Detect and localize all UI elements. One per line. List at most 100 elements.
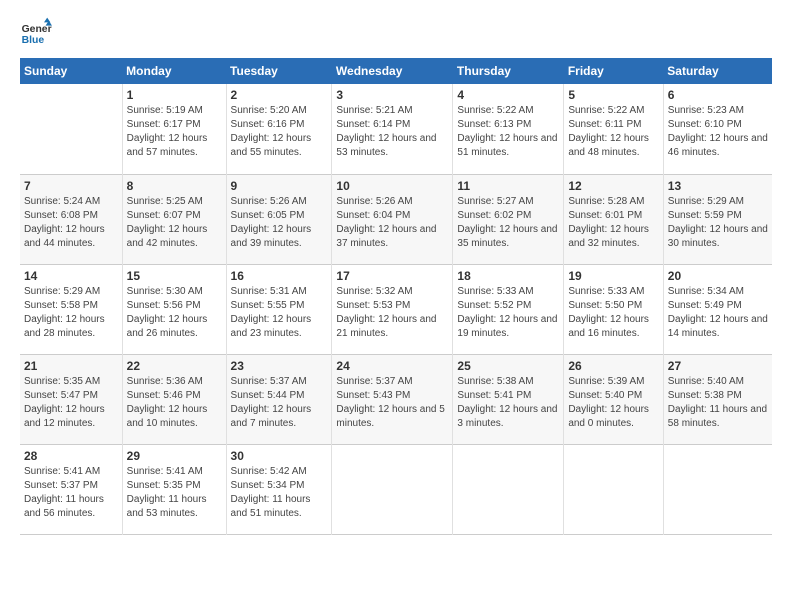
day-number: 19: [568, 269, 658, 283]
calendar-cell: 12Sunrise: 5:28 AM Sunset: 6:01 PM Dayli…: [564, 174, 663, 264]
calendar-cell: 8Sunrise: 5:25 AM Sunset: 6:07 PM Daylig…: [122, 174, 226, 264]
cell-info: Sunrise: 5:41 AM Sunset: 5:35 PM Dayligh…: [127, 465, 222, 521]
calendar-cell: [564, 444, 663, 534]
cell-info: Sunrise: 5:26 AM Sunset: 6:04 PM Dayligh…: [336, 195, 448, 251]
calendar-cell: 11 Sunrise: 5:27 AM Sunset: 6:02 PM Dayli…: [453, 174, 564, 264]
day-number: 16: [231, 269, 328, 283]
day-number: 27: [668, 359, 768, 373]
day-number: 6: [668, 88, 768, 102]
cell-info: Sunrise: 5:31 AM Sunset: 5:55 PM Dayligh…: [231, 285, 328, 341]
cell-info: Sunrise: 5:38 AM Sunset: 5:41 PM Dayligh…: [457, 375, 559, 431]
cell-info: Sunrise: 5:20 AM Sunset: 6:16 PM Dayligh…: [231, 104, 328, 160]
cell-info: Sunrise: 5:33 AM Sunset: 5:50 PM Dayligh…: [568, 285, 658, 341]
day-number: 5: [568, 88, 658, 102]
cell-info: Sunrise: 5:25 AM Sunset: 6:07 PM Dayligh…: [127, 195, 222, 251]
day-number: 17: [336, 269, 448, 283]
day-header-saturday: Saturday: [663, 58, 772, 84]
calendar-cell: 17 Sunrise: 5:32 AM Sunset: 5:53 PM Dayli…: [332, 264, 453, 354]
cell-info: Sunrise: 5:24 AM Sunset: 6:08 PM Dayligh…: [24, 195, 118, 251]
day-number: 15: [127, 269, 222, 283]
svg-text:Blue: Blue: [22, 35, 45, 46]
calendar-cell: 19 Sunrise: 5:33 AM Sunset: 5:50 PM Dayli…: [564, 264, 663, 354]
svg-text:General: General: [22, 24, 52, 35]
week-row-2: 7 Sunrise: 5:24 AM Sunset: 6:08 PM Daylig…: [20, 174, 772, 264]
cell-info: Sunrise: 5:21 AM Sunset: 6:14 PM Dayligh…: [336, 104, 448, 160]
calendar-cell: [663, 444, 772, 534]
cell-info: Sunrise: 5:36 AM Sunset: 5:46 PM Dayligh…: [127, 375, 222, 431]
day-number: 29: [127, 449, 222, 463]
day-number: 18: [457, 269, 559, 283]
day-number: 21: [24, 359, 118, 373]
day-number: 3: [336, 88, 448, 102]
cell-info: Sunrise: 5:40 AM Sunset: 5:38 PM Dayligh…: [668, 375, 768, 431]
calendar-cell: 30Sunrise: 5:42 AM Sunset: 5:34 PM Dayli…: [226, 444, 332, 534]
week-row-3: 14 Sunrise: 5:29 AM Sunset: 5:58 PM Dayli…: [20, 264, 772, 354]
cell-info: Sunrise: 5:22 AM Sunset: 6:11 PM Dayligh…: [568, 104, 658, 160]
calendar-cell: 3 Sunrise: 5:21 AM Sunset: 6:14 PM Daylig…: [332, 84, 453, 174]
day-header-monday: Monday: [122, 58, 226, 84]
logo-icon: General Blue: [20, 16, 52, 48]
day-number: 12: [568, 179, 658, 193]
calendar-cell: 15 Sunrise: 5:30 AM Sunset: 5:56 PM Dayli…: [122, 264, 226, 354]
day-header-wednesday: Wednesday: [332, 58, 453, 84]
calendar-cell: 4 Sunrise: 5:22 AM Sunset: 6:13 PM Daylig…: [453, 84, 564, 174]
cell-info: Sunrise: 5:22 AM Sunset: 6:13 PM Dayligh…: [457, 104, 559, 160]
day-number: 13: [668, 179, 768, 193]
day-number: 11: [457, 179, 559, 193]
calendar-cell: 13Sunrise: 5:29 AM Sunset: 5:59 PM Dayli…: [663, 174, 772, 264]
day-number: 20: [668, 269, 768, 283]
day-number: 23: [231, 359, 328, 373]
day-number: 24: [336, 359, 448, 373]
day-number: 14: [24, 269, 118, 283]
calendar-cell: 5 Sunrise: 5:22 AM Sunset: 6:11 PM Daylig…: [564, 84, 663, 174]
day-number: 22: [127, 359, 222, 373]
calendar-cell: 10Sunrise: 5:26 AM Sunset: 6:04 PM Dayli…: [332, 174, 453, 264]
day-header-thursday: Thursday: [453, 58, 564, 84]
day-number: 28: [24, 449, 118, 463]
day-header-tuesday: Tuesday: [226, 58, 332, 84]
cell-info: Sunrise: 5:32 AM Sunset: 5:53 PM Dayligh…: [336, 285, 448, 341]
cell-info: Sunrise: 5:39 AM Sunset: 5:40 PM Dayligh…: [568, 375, 658, 431]
cell-info: Sunrise: 5:37 AM Sunset: 5:43 PM Dayligh…: [336, 375, 448, 431]
day-header-friday: Friday: [564, 58, 663, 84]
cell-info: Sunrise: 5:23 AM Sunset: 6:10 PM Dayligh…: [668, 104, 768, 160]
calendar-cell: 16 Sunrise: 5:31 AM Sunset: 5:55 PM Dayli…: [226, 264, 332, 354]
cell-info: Sunrise: 5:29 AM Sunset: 5:58 PM Dayligh…: [24, 285, 118, 341]
cell-info: Sunrise: 5:33 AM Sunset: 5:52 PM Dayligh…: [457, 285, 559, 341]
calendar-cell: 2 Sunrise: 5:20 AM Sunset: 6:16 PM Daylig…: [226, 84, 332, 174]
calendar-cell: [20, 84, 122, 174]
day-number: 25: [457, 359, 559, 373]
calendar-cell: 28 Sunrise: 5:41 AM Sunset: 5:37 PM Dayli…: [20, 444, 122, 534]
calendar-cell: 9 Sunrise: 5:26 AM Sunset: 6:05 PM Daylig…: [226, 174, 332, 264]
cell-info: Sunrise: 5:35 AM Sunset: 5:47 PM Dayligh…: [24, 375, 118, 431]
calendar-cell: 1Sunrise: 5:19 AM Sunset: 6:17 PM Daylig…: [122, 84, 226, 174]
day-number: 1: [127, 88, 222, 102]
calendar-cell: 27 Sunrise: 5:40 AM Sunset: 5:38 PM Dayli…: [663, 354, 772, 444]
calendar-cell: 29 Sunrise: 5:41 AM Sunset: 5:35 PM Dayli…: [122, 444, 226, 534]
calendar-cell: 24 Sunrise: 5:37 AM Sunset: 5:43 PM Dayli…: [332, 354, 453, 444]
calendar-cell: 23Sunrise: 5:37 AM Sunset: 5:44 PM Dayli…: [226, 354, 332, 444]
calendar-cell: [332, 444, 453, 534]
day-number: 26: [568, 359, 658, 373]
page-header: General Blue: [20, 16, 772, 48]
cell-info: Sunrise: 5:34 AM Sunset: 5:49 PM Dayligh…: [668, 285, 768, 341]
calendar-cell: 20 Sunrise: 5:34 AM Sunset: 5:49 PM Dayli…: [663, 264, 772, 354]
calendar-cell: 26 Sunrise: 5:39 AM Sunset: 5:40 PM Dayli…: [564, 354, 663, 444]
cell-info: Sunrise: 5:41 AM Sunset: 5:37 PM Dayligh…: [24, 465, 118, 521]
day-number: 7: [24, 179, 118, 193]
calendar-cell: 25 Sunrise: 5:38 AM Sunset: 5:41 PM Dayli…: [453, 354, 564, 444]
day-number: 9: [231, 179, 328, 193]
calendar-body: 1Sunrise: 5:19 AM Sunset: 6:17 PM Daylig…: [20, 84, 772, 534]
cell-info: Sunrise: 5:26 AM Sunset: 6:05 PM Dayligh…: [231, 195, 328, 251]
cell-info: Sunrise: 5:27 AM Sunset: 6:02 PM Dayligh…: [457, 195, 559, 251]
cell-info: Sunrise: 5:30 AM Sunset: 5:56 PM Dayligh…: [127, 285, 222, 341]
calendar-cell: 14 Sunrise: 5:29 AM Sunset: 5:58 PM Dayli…: [20, 264, 122, 354]
calendar-cell: [453, 444, 564, 534]
calendar-cell: 18 Sunrise: 5:33 AM Sunset: 5:52 PM Dayli…: [453, 264, 564, 354]
day-header-sunday: Sunday: [20, 58, 122, 84]
day-number: 2: [231, 88, 328, 102]
calendar-cell: 22 Sunrise: 5:36 AM Sunset: 5:46 PM Dayli…: [122, 354, 226, 444]
logo: General Blue: [20, 16, 56, 48]
calendar-cell: 7 Sunrise: 5:24 AM Sunset: 6:08 PM Daylig…: [20, 174, 122, 264]
day-number: 4: [457, 88, 559, 102]
